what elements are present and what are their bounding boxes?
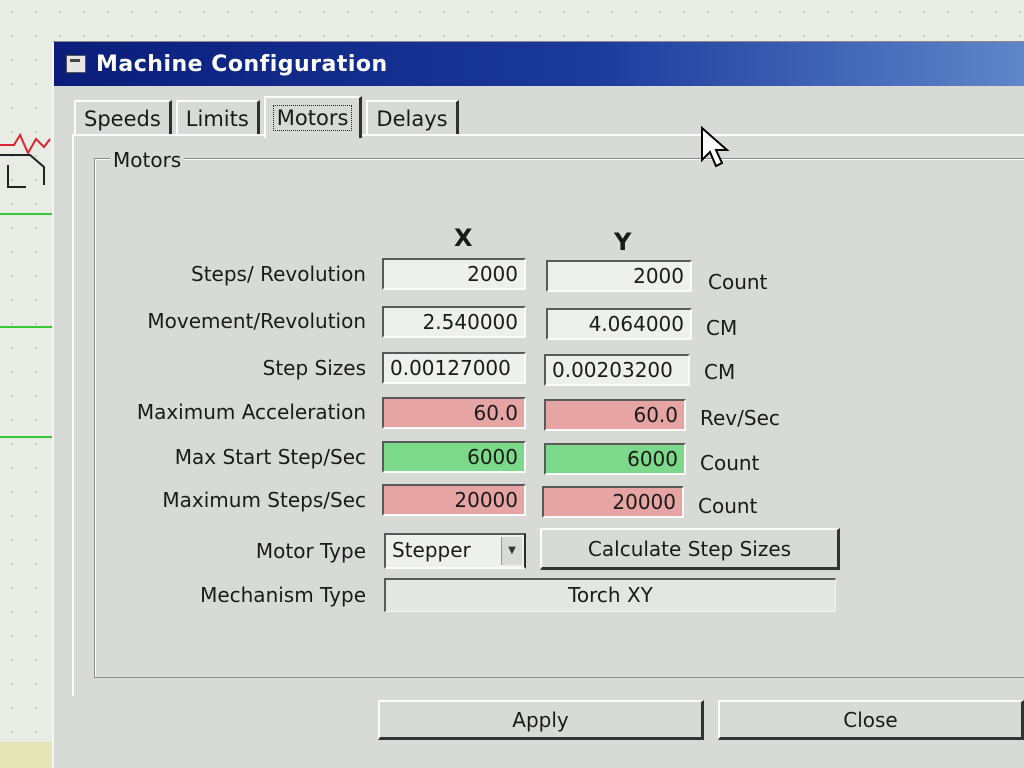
column-header-x: X [454,224,473,252]
maximum-steps-x-field[interactable] [382,484,526,516]
row-label-maximum-steps: Maximum Steps/Sec [162,488,366,512]
unit-label: Count [700,451,760,475]
background-line [0,213,54,215]
column-header-y: Y [614,228,632,256]
mouse-pointer-icon [701,126,730,168]
motors-tab-panel: Motors X Y Steps/ Revolution Count Movem… [72,134,1024,696]
close-button[interactable]: Close [718,700,1024,740]
steps-per-revolution-y-field[interactable] [546,260,692,292]
tab-strip: Speeds Limits Motors Delays [74,94,463,138]
tab-speeds[interactable]: Speeds [74,100,172,136]
tab-limits[interactable]: Limits [175,100,260,136]
machine-configuration-dialog: Machine Configuration Speeds Limits Moto… [54,42,1024,768]
step-sizes-y-field[interactable] [544,354,690,386]
mechanism-type-label: Mechanism Type [200,583,366,607]
calculate-step-sizes-button[interactable]: Calculate Step Sizes [540,528,840,570]
unit-label: CM [706,316,738,340]
tab-label: Motors [272,105,353,131]
tab-label: Limits [185,107,249,131]
row-label-max-start-step: Max Start Step/Sec [174,445,366,469]
tab-label: Speeds [84,107,161,131]
movement-per-revolution-x-field[interactable] [382,306,526,338]
maximum-steps-y-field[interactable] [542,486,684,518]
maximum-acceleration-y-field[interactable] [544,399,686,431]
unit-label: CM [704,360,736,384]
background-line [0,326,54,328]
chevron-down-icon[interactable]: ▼ [501,537,522,565]
tab-delays[interactable]: Delays [366,100,459,136]
title-bar[interactable]: Machine Configuration [54,42,1024,86]
tab-motors[interactable]: Motors [263,96,363,138]
motor-type-select[interactable]: Stepper ▼ [384,533,526,569]
row-label-maximum-acceleration: Maximum Acceleration [136,400,366,424]
dialog-title: Machine Configuration [96,51,388,77]
row-label-step-sizes: Step Sizes [262,356,366,380]
movement-per-revolution-y-field[interactable] [546,308,692,340]
apply-button[interactable]: Apply [378,700,704,740]
max-start-step-x-field[interactable] [382,441,526,473]
unit-label: Count [708,270,768,294]
step-sizes-x-field[interactable] [382,352,526,384]
tab-label: Delays [376,107,448,131]
unit-label: Rev/Sec [700,406,780,430]
window-icon [66,55,86,73]
max-start-step-y-field[interactable] [544,443,686,475]
motor-type-value: Stepper [392,538,471,562]
motor-type-label: Motor Type [255,539,366,563]
group-label: Motors [110,148,185,172]
background-line [0,436,54,438]
row-label-steps-per-revolution: Steps/ Revolution [191,262,366,286]
unit-label: Count [698,494,758,518]
mechanism-type-field: Torch XY [384,578,836,612]
row-label-movement-per-revolution: Movement/Revolution [147,309,366,333]
steps-per-revolution-x-field[interactable] [382,258,526,290]
background-toolpath [0,132,51,188]
maximum-acceleration-x-field[interactable] [382,397,526,429]
